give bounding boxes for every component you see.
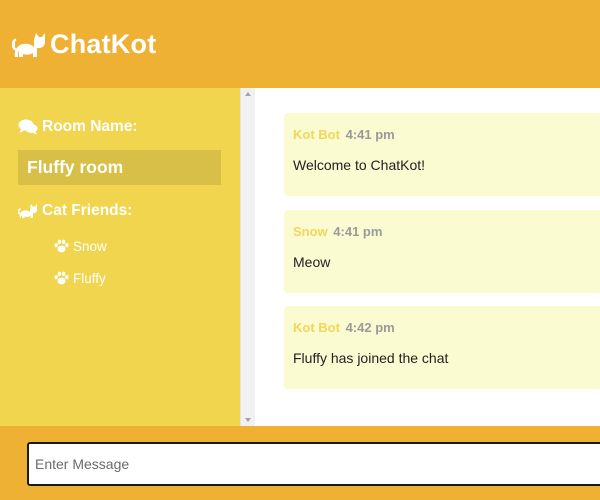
room-name-heading: Room Name: (0, 118, 240, 136)
friend-item-fluffy[interactable]: Fluffy (0, 268, 240, 288)
friend-name: Fluffy (73, 270, 106, 286)
friend-name: Snow (73, 238, 107, 254)
app-header: ChatKot (0, 0, 600, 88)
cat-friends-heading-label: Cat Friends: (42, 202, 133, 219)
app-title: ChatKot (50, 28, 157, 59)
friends-list: Snow Fluffy (0, 236, 240, 288)
message-author: Kot Bot (293, 320, 340, 335)
message-author: Snow (293, 224, 328, 239)
cat-icon (18, 204, 37, 218)
chat-bubbles-icon (18, 119, 38, 135)
paw-icon (54, 271, 69, 285)
message-text: Welcome to ChatKot! (293, 157, 426, 173)
message-list: Kot Bot 4:41 pm Welcome to ChatKot! Snow… (255, 88, 600, 426)
scroll-up-arrow-icon[interactable] (245, 92, 251, 96)
scroll-down-arrow-icon[interactable] (245, 418, 251, 422)
message-meta: Kot Bot 4:42 pm (293, 320, 600, 335)
message-time: 4:41 pm (345, 127, 395, 142)
message-author: Kot Bot (293, 127, 340, 142)
composer-bar (0, 426, 600, 500)
message-item: Kot Bot 4:41 pm Welcome to ChatKot! (284, 113, 600, 196)
message-time: 4:41 pm (333, 224, 383, 239)
room-name-heading-label: Room Name: (42, 118, 138, 135)
sidebar-scrollbar[interactable] (240, 88, 255, 426)
sidebar: Room Name: Fluffy room Cat Friends: Snow (0, 88, 240, 426)
cat-icon (12, 33, 45, 57)
cat-friends-heading: Cat Friends: (0, 202, 240, 220)
paw-icon (54, 239, 69, 253)
message-input[interactable] (27, 442, 600, 486)
message-item: Kot Bot 4:42 pm Fluffy has joined the ch… (284, 306, 600, 389)
message-time: 4:42 pm (345, 320, 395, 335)
friend-item-snow[interactable]: Snow (0, 236, 240, 256)
message-text: Fluffy has joined the chat (293, 350, 449, 366)
message-text: Meow (293, 254, 331, 270)
message-meta: Snow 4:41 pm (293, 224, 600, 239)
room-name: Fluffy room (18, 150, 221, 185)
message-meta: Kot Bot 4:41 pm (293, 127, 600, 142)
message-item: Snow 4:41 pm Meow (284, 210, 600, 293)
